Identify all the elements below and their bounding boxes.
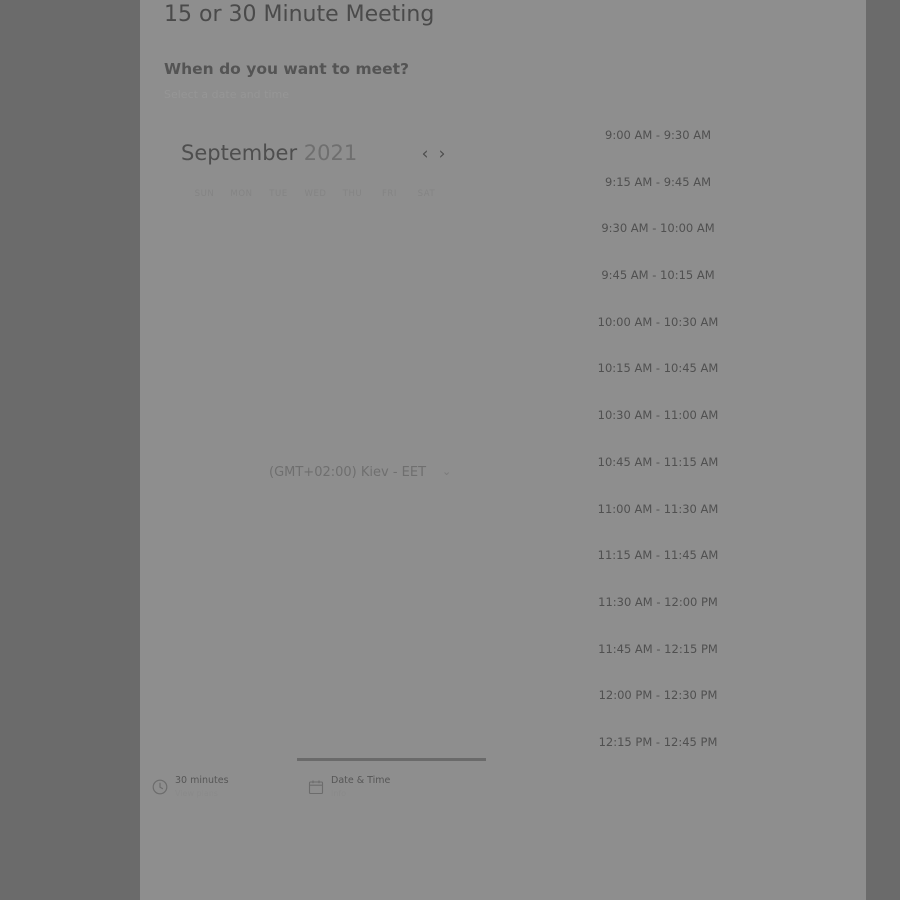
booking-panel: 15 or 30 Minute Meeting When do you want… [140,0,866,900]
time-slot[interactable]: 9:15 AM - 9:45 AM [588,171,728,218]
time-slot[interactable]: 9:30 AM - 10:00 AM [588,217,728,264]
date-time-hint: Select a date and time [164,88,290,101]
weekday-thu: THU [342,189,363,199]
previous-month-button[interactable]: ‹ [417,145,433,163]
weekday-sun: SUN [194,189,215,199]
date-time-question: When do you want to meet? [164,60,410,78]
step-date-time-sub: Info [331,789,347,798]
chevron-right-icon: › [438,144,446,164]
meeting-title: 15 or 30 Minute Meeting [164,2,435,27]
time-slot-list: 9:00 AM - 9:30 AM 9:15 AM - 9:45 AM 9:30… [588,124,728,778]
weekday-sat: SAT [417,189,436,199]
weekday-mon: MON [230,189,253,199]
weekday-tue: TUE [269,189,288,199]
time-slot[interactable]: 9:45 AM - 10:15 AM [588,264,728,311]
calendar-month-year: September 2021 [181,141,357,165]
step-duration-label: 30 minutes [175,775,229,786]
time-slot[interactable]: 11:15 AM - 11:45 AM [588,544,728,591]
time-slot[interactable]: 10:15 AM - 10:45 AM [588,357,728,404]
time-slot[interactable]: 10:00 AM - 10:30 AM [588,311,728,358]
step-progress-indicator [297,758,486,761]
time-slot[interactable]: 11:45 AM - 12:15 PM [588,638,728,685]
step-date-time-label: Date & Time [331,775,391,786]
next-month-button[interactable]: › [434,145,450,163]
time-slot[interactable]: 9:00 AM - 9:30 AM [588,124,728,171]
step-duration-sub: View plans [175,789,218,798]
time-slot[interactable]: 10:45 AM - 11:15 AM [588,451,728,498]
chevron-down-icon: ⌄ [442,465,452,478]
weekday-wed: WED [304,189,327,199]
calendar-month: September [181,141,298,165]
timezone-select[interactable]: (GMT+02:00) Kiev - EET ⌄ [269,465,459,485]
time-slot[interactable]: 12:15 PM - 12:45 PM [588,731,728,778]
time-slot[interactable]: 11:30 AM - 12:00 PM [588,591,728,638]
chevron-left-icon: ‹ [421,144,429,164]
time-slot[interactable]: 11:00 AM - 11:30 AM [588,498,728,545]
calendar-icon [308,780,324,795]
clock-icon [152,779,168,795]
time-slot[interactable]: 12:00 PM - 12:30 PM [588,684,728,731]
weekday-fri: FRI [381,189,398,199]
time-slot[interactable]: 10:30 AM - 11:00 AM [588,404,728,451]
calendar-year: 2021 [303,141,358,165]
weekday-header: SUN MON TUE WED THU FRI SAT [186,189,445,199]
timezone-label: (GMT+02:00) Kiev - EET [269,465,427,480]
